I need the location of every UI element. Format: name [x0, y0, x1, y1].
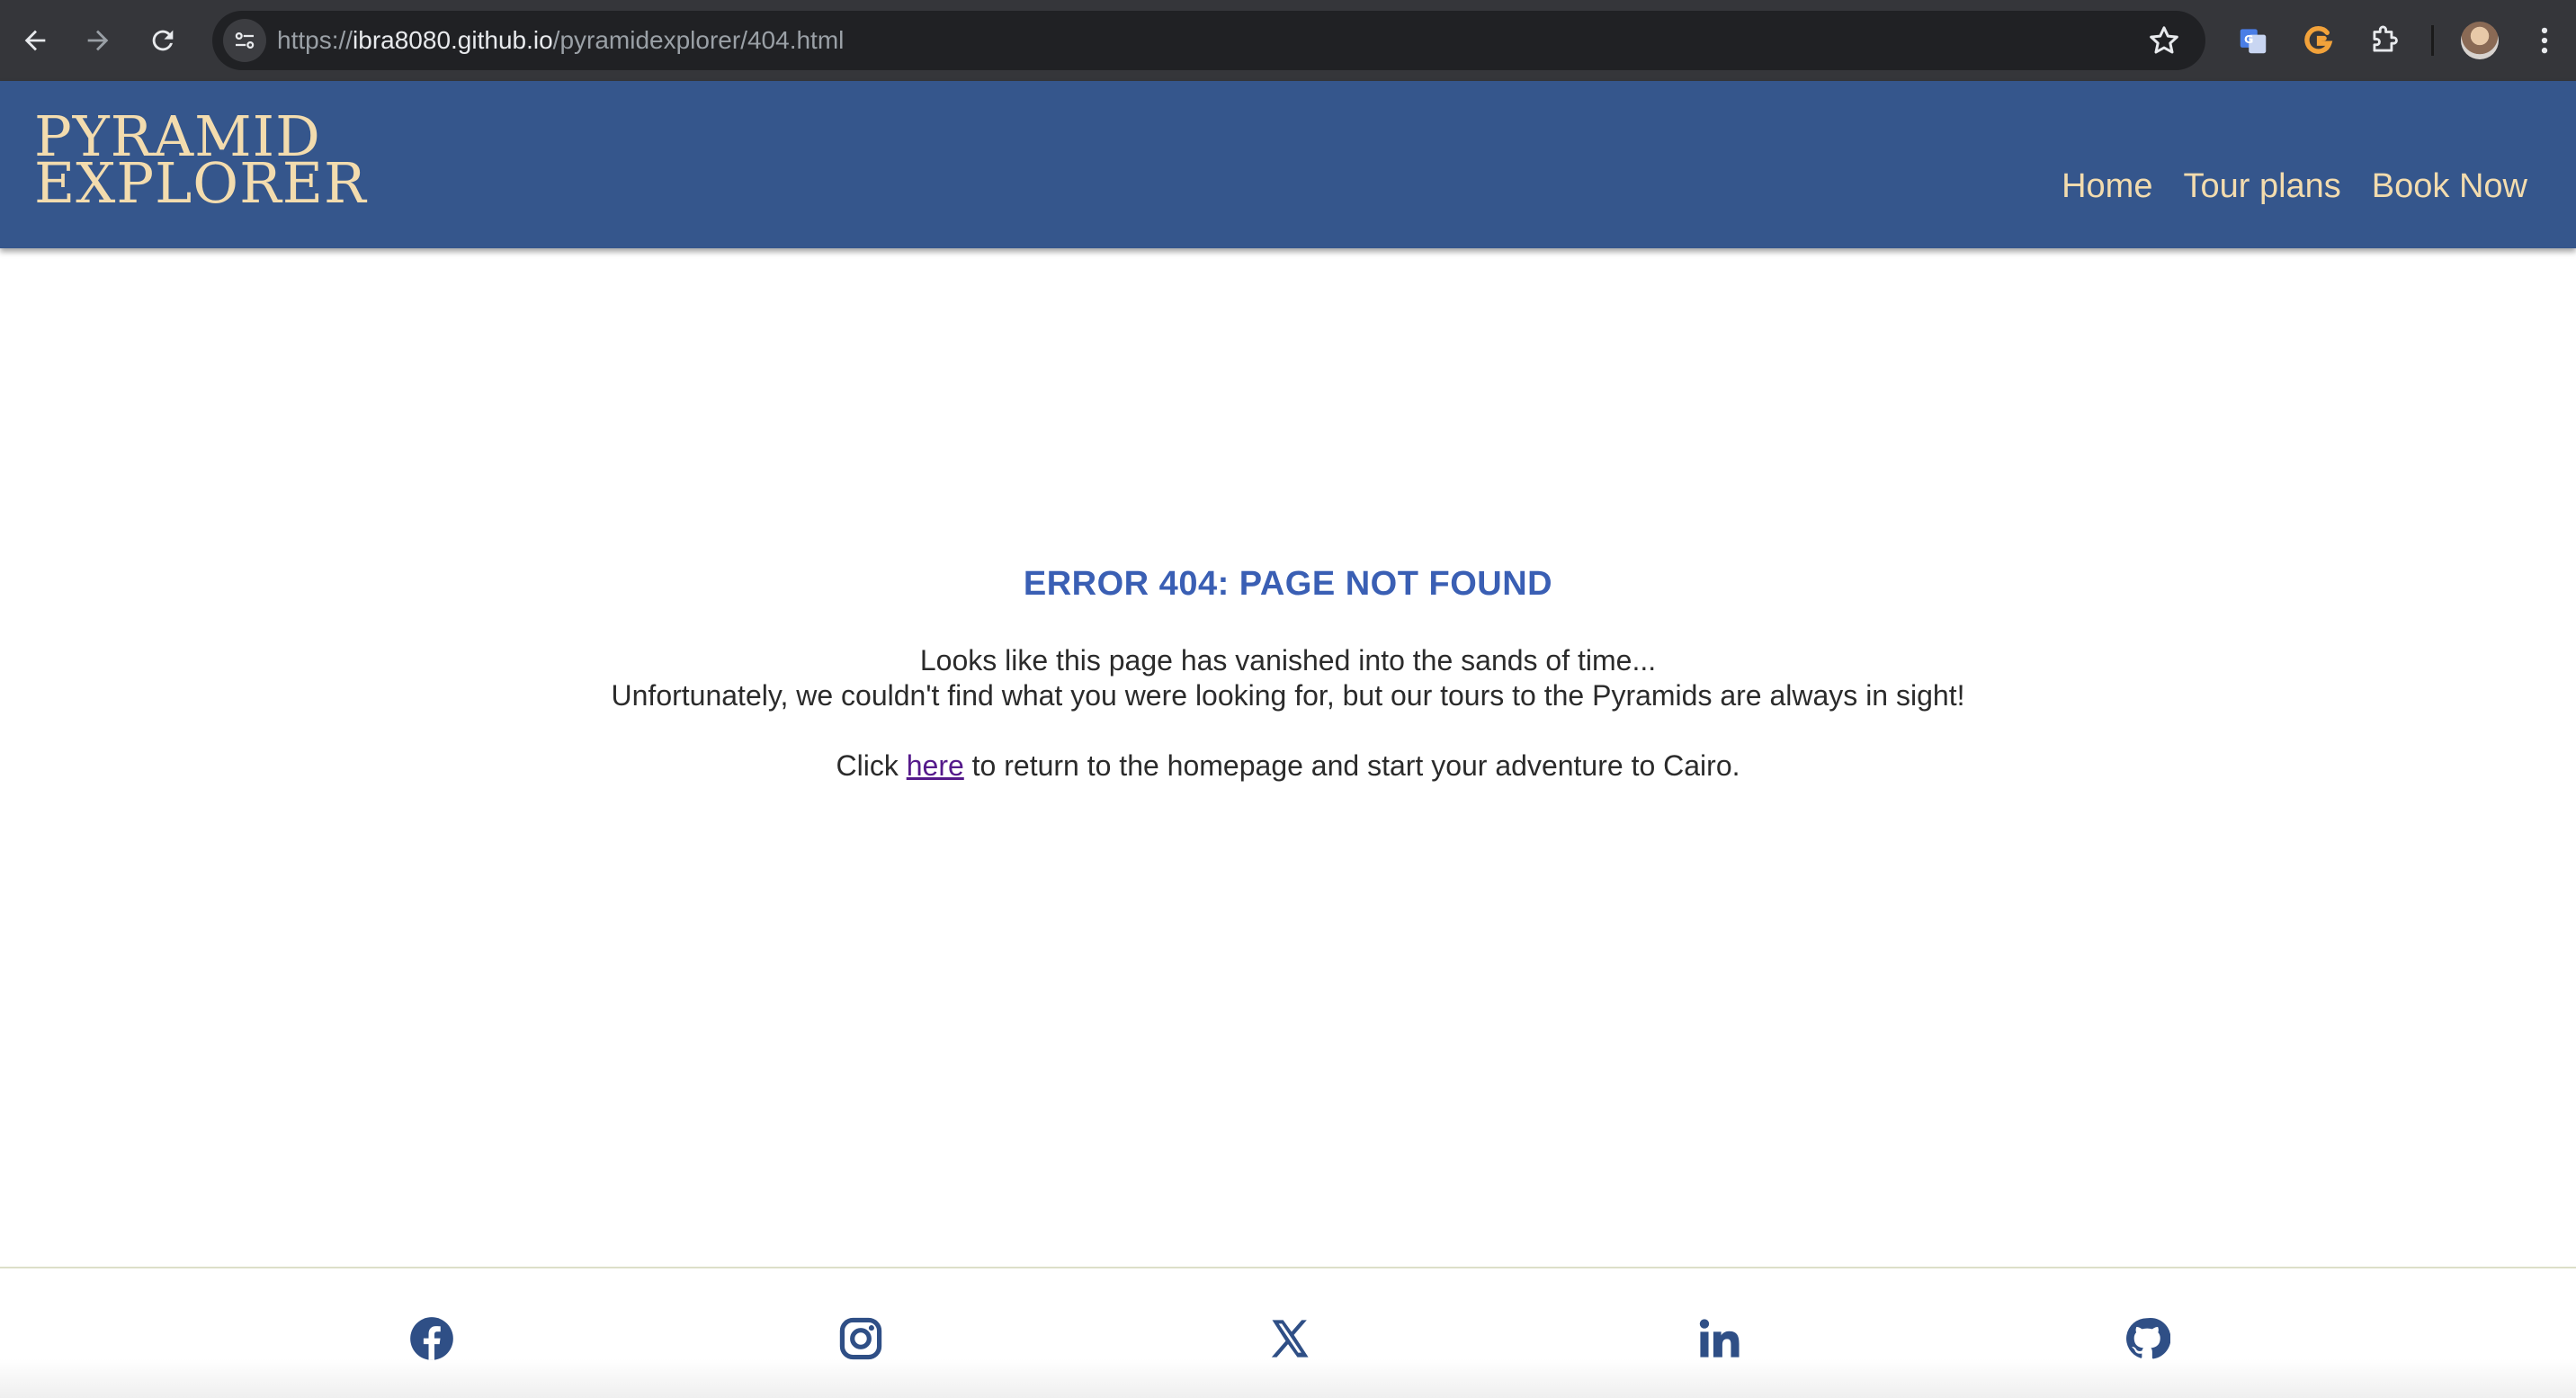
x-twitter-icon[interactable]: [1266, 1315, 1313, 1362]
extension-g-icon[interactable]: [2297, 20, 2339, 61]
error-title: ERROR 404: PAGE NOT FOUND: [1023, 565, 1553, 603]
github-icon[interactable]: [2124, 1315, 2170, 1362]
extensions-puzzle-icon[interactable]: [2364, 20, 2405, 61]
logo-line-2: EXPLORER: [34, 150, 367, 216]
forward-icon[interactable]: [77, 20, 119, 61]
main-nav: Home Tour plans Book Now: [2062, 167, 2527, 206]
url-scheme: https://: [277, 26, 353, 54]
profile-avatar[interactable]: [2461, 22, 2499, 59]
svg-text:G: G: [2244, 32, 2253, 46]
error-message-line-1: Looks like this page has vanished into t…: [919, 644, 1657, 677]
site-header: PYRAMID EXPLORER Home Tour plans Book No…: [0, 81, 2576, 248]
instagram-icon[interactable]: [837, 1315, 884, 1362]
toolbar-divider: [2431, 25, 2434, 56]
return-suffix: to return to the homepage and start your…: [963, 749, 1740, 782]
error-message-line-2: Unfortunately, we couldn't find what you…: [611, 679, 1965, 712]
url-path: /pyramidexplorer/404.html: [552, 26, 845, 54]
back-icon[interactable]: [14, 20, 56, 61]
site-footer: [0, 1267, 2576, 1398]
nav-book-now-link[interactable]: Book Now: [2372, 167, 2527, 206]
bookmark-star-icon[interactable]: [2146, 22, 2182, 58]
site-info-icon[interactable]: [223, 19, 266, 62]
return-home-message: Click here to return to the homepage and…: [0, 748, 2576, 784]
return-prefix: Click: [836, 749, 907, 782]
facebook-icon[interactable]: [408, 1315, 455, 1362]
more-menu-icon[interactable]: [2524, 20, 2565, 61]
reload-icon[interactable]: [142, 20, 183, 61]
address-bar[interactable]: https://ibra8080.github.io/pyramidexplor…: [212, 11, 2205, 70]
nav-home-link[interactable]: Home: [2062, 167, 2152, 206]
browser-toolbar: https://ibra8080.github.io/pyramidexplor…: [0, 0, 2576, 81]
linkedin-icon[interactable]: [1695, 1315, 1742, 1362]
url-host: ibra8080.github.io: [353, 26, 553, 54]
nav-tour-plans-link[interactable]: Tour plans: [2183, 167, 2340, 206]
site-logo[interactable]: PYRAMID EXPLORER: [34, 109, 367, 216]
return-home-link[interactable]: here: [907, 749, 964, 782]
url-text[interactable]: https://ibra8080.github.io/pyramidexplor…: [277, 11, 844, 70]
google-translate-icon[interactable]: G: [2232, 20, 2274, 61]
